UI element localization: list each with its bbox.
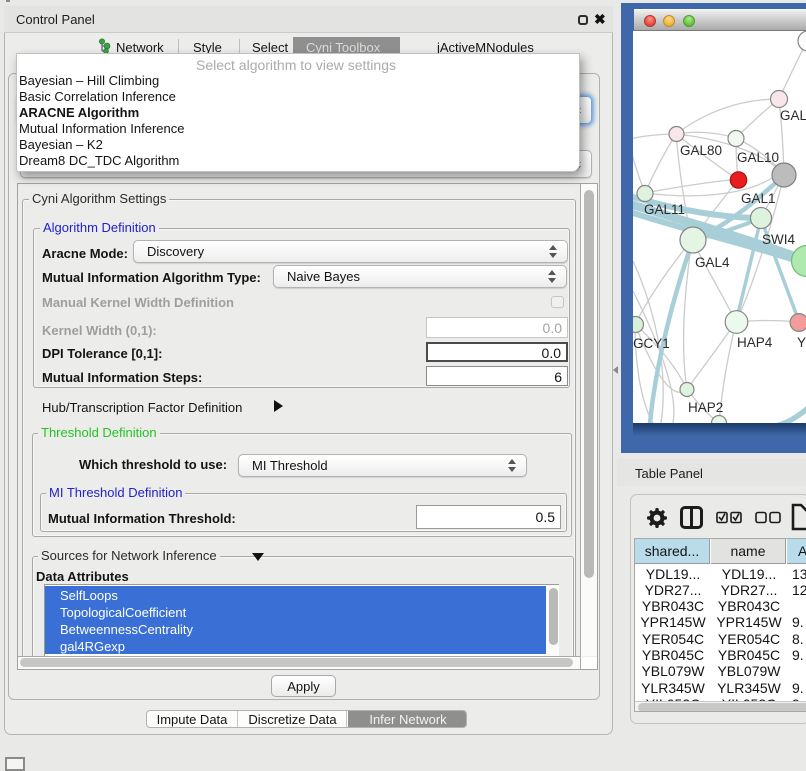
svg-text:GAL2: GAL2 [780, 108, 806, 123]
svg-text:YE: YE [797, 335, 806, 350]
svg-text:GAL80: GAL80 [680, 143, 722, 158]
svg-text:GAL4: GAL4 [695, 255, 730, 270]
svg-text:GAL10: GAL10 [737, 150, 779, 165]
svg-text:GAL11: GAL11 [644, 202, 685, 217]
svg-text:HAP4: HAP4 [737, 335, 773, 350]
svg-text:SWI4: SWI4 [762, 232, 795, 247]
svg-text:HAP2: HAP2 [688, 400, 723, 415]
svg-text:GCY1: GCY1 [633, 336, 670, 351]
svg-text:GAL1: GAL1 [741, 191, 776, 206]
